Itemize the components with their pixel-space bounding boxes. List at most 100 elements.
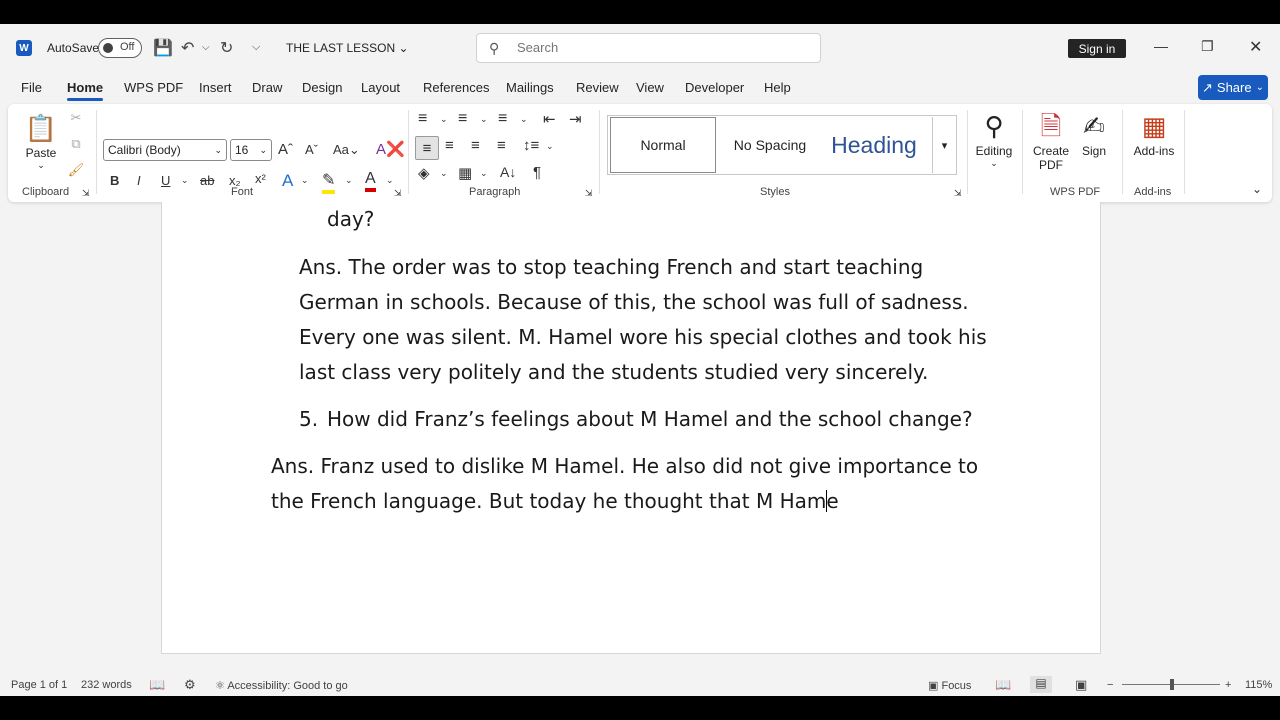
- styles-more-icon[interactable]: ▾: [932, 117, 956, 173]
- paste-button[interactable]: 📋 Paste ⌄: [22, 110, 60, 171]
- focus-mode[interactable]: ▣ Focus: [928, 679, 971, 692]
- font-size-select[interactable]: 16 ⌄: [230, 139, 272, 161]
- tab-draw[interactable]: Draw: [252, 80, 282, 95]
- dialog-launcher-icon[interactable]: ⇲: [954, 188, 962, 199]
- align-right-icon[interactable]: ≡: [471, 137, 480, 154]
- highlight-icon[interactable]: ✎: [322, 170, 336, 194]
- page-count[interactable]: Page 1 of 1: [11, 679, 67, 691]
- tab-file[interactable]: File: [21, 80, 42, 95]
- undo-icon[interactable]: ↶: [181, 38, 194, 58]
- chevron-down-icon[interactable]: ⌄: [520, 114, 528, 125]
- document-title[interactable]: THE LAST LESSON ⌄: [286, 41, 409, 55]
- tab-insert[interactable]: Insert: [199, 80, 232, 95]
- decrease-indent-icon[interactable]: ⇤: [543, 110, 556, 128]
- search-input[interactable]: [517, 40, 797, 55]
- document-page[interactable]: day? Ans. The order was to stop teaching…: [161, 202, 1101, 654]
- zoom-level[interactable]: 115%: [1245, 679, 1272, 691]
- chevron-down-icon[interactable]: ⌄: [480, 168, 488, 179]
- track-changes-icon[interactable]: ⚙: [184, 677, 196, 693]
- increase-indent-icon[interactable]: ⇥: [569, 110, 582, 128]
- tab-layout[interactable]: Layout: [361, 80, 400, 95]
- tab-wps-pdf[interactable]: WPS PDF: [124, 80, 183, 95]
- shading-icon[interactable]: ◈: [418, 164, 430, 182]
- justify-icon[interactable]: ≡: [497, 137, 506, 154]
- chevron-down-icon[interactable]: ⌄: [440, 114, 448, 125]
- shrink-font-icon[interactable]: Aˇ: [305, 142, 318, 157]
- proofing-icon[interactable]: 📖: [149, 677, 165, 693]
- word-count[interactable]: 232 words: [81, 679, 132, 691]
- zoom-out-icon[interactable]: −: [1107, 679, 1113, 691]
- dialog-launcher-icon[interactable]: ⇲: [585, 188, 593, 199]
- show-marks-icon[interactable]: ¶: [533, 164, 541, 181]
- tab-design[interactable]: Design: [302, 80, 342, 95]
- autosave-toggle[interactable]: Off: [98, 38, 142, 58]
- minimize-icon[interactable]: —: [1154, 38, 1168, 54]
- font-color-icon[interactable]: A: [365, 170, 376, 192]
- undo-dropdown-icon[interactable]: ⌵: [202, 42, 210, 53]
- tab-mailings[interactable]: Mailings: [506, 80, 554, 95]
- document-title-text: THE LAST LESSON: [286, 41, 396, 55]
- web-layout-icon[interactable]: ▣: [1075, 677, 1087, 693]
- superscript-icon[interactable]: x²: [255, 171, 266, 186]
- align-center-icon[interactable]: ≡: [445, 137, 454, 154]
- style-normal[interactable]: Normal: [610, 117, 716, 173]
- redo-icon[interactable]: ↻: [220, 38, 233, 58]
- strikethrough-icon[interactable]: ab: [200, 173, 214, 188]
- bold-icon[interactable]: B: [110, 173, 119, 188]
- sort-icon[interactable]: A↓: [500, 164, 516, 180]
- dialog-launcher-icon[interactable]: ⇲: [394, 188, 402, 199]
- grow-font-icon[interactable]: Aˆ: [278, 141, 293, 158]
- chevron-down-icon[interactable]: ⌄: [301, 175, 309, 186]
- collapse-ribbon-icon[interactable]: ⌄: [1252, 182, 1262, 196]
- zoom-in-icon[interactable]: +: [1225, 679, 1231, 691]
- multilevel-list-icon[interactable]: ≡: [498, 110, 507, 128]
- chevron-down-icon[interactable]: ⌄: [440, 168, 448, 179]
- dialog-launcher-icon[interactable]: ⇲: [82, 188, 90, 199]
- chevron-down-icon[interactable]: ⌄: [181, 175, 189, 186]
- customize-qat-icon[interactable]: ⌵: [252, 41, 260, 54]
- editing-button[interactable]: ⚲ Editing ⌄: [972, 108, 1016, 169]
- borders-icon[interactable]: ▦: [458, 164, 472, 182]
- sign-in-button[interactable]: Sign in: [1068, 39, 1126, 58]
- style-heading[interactable]: Heading: [822, 117, 926, 173]
- clear-formatting-icon[interactable]: A❌: [376, 140, 405, 158]
- save-icon[interactable]: 💾: [153, 38, 173, 58]
- tab-developer[interactable]: Developer: [685, 80, 744, 95]
- chevron-down-icon[interactable]: ⌄: [386, 175, 394, 186]
- format-painter-icon[interactable]: 🖌: [68, 162, 85, 178]
- close-icon[interactable]: ✕: [1249, 37, 1262, 57]
- read-mode-icon[interactable]: 📖: [995, 677, 1011, 693]
- cut-icon[interactable]: ✂: [68, 110, 84, 126]
- style-no-spacing[interactable]: No Spacing: [720, 117, 820, 173]
- chevron-down-icon[interactable]: ⌄: [345, 175, 353, 186]
- share-button[interactable]: ↗ Share ⌄: [1198, 75, 1268, 100]
- add-ins-button[interactable]: ▦ Add-ins: [1130, 108, 1178, 158]
- line-spacing-icon[interactable]: ↕≡: [523, 137, 539, 154]
- underline-icon[interactable]: U: [161, 173, 170, 188]
- accessibility-status[interactable]: ⚛ Accessibility: Good to go: [215, 679, 348, 692]
- bullets-icon[interactable]: ≡: [418, 110, 427, 128]
- search-box[interactable]: ⚲: [476, 33, 821, 63]
- text-effects-icon[interactable]: A: [282, 171, 293, 191]
- sign-button[interactable]: ✍ Sign: [1076, 108, 1112, 158]
- font-name-select[interactable]: Calibri (Body) ⌄: [103, 139, 227, 161]
- tab-help[interactable]: Help: [764, 80, 791, 95]
- group-label-wps-pdf: WPS PDF: [1050, 186, 1101, 198]
- tab-view[interactable]: View: [636, 80, 664, 95]
- change-case-icon[interactable]: Aa⌄: [333, 142, 360, 158]
- restore-icon[interactable]: ❐: [1201, 38, 1214, 55]
- chevron-down-icon[interactable]: ⌄: [480, 114, 488, 125]
- tab-home[interactable]: Home: [67, 80, 104, 101]
- tab-references[interactable]: References: [423, 80, 489, 95]
- ribbon: 📋 Paste ⌄ ✂ ⧉ 🖌 Clipboard ⇲ Calibri (Bod…: [8, 104, 1272, 202]
- chevron-down-icon: ⌄: [1255, 82, 1264, 93]
- zoom-slider-thumb[interactable]: [1170, 679, 1174, 690]
- italic-icon[interactable]: I: [137, 173, 141, 188]
- tab-review[interactable]: Review: [576, 80, 619, 95]
- create-pdf-button[interactable]: 🗎 Create PDF: [1028, 108, 1074, 172]
- align-left-icon[interactable]: ≡: [415, 136, 439, 160]
- numbering-icon[interactable]: ≡: [458, 110, 467, 128]
- copy-icon[interactable]: ⧉: [68, 136, 84, 152]
- print-layout-icon[interactable]: ▤: [1030, 676, 1052, 693]
- chevron-down-icon[interactable]: ⌄: [546, 141, 554, 152]
